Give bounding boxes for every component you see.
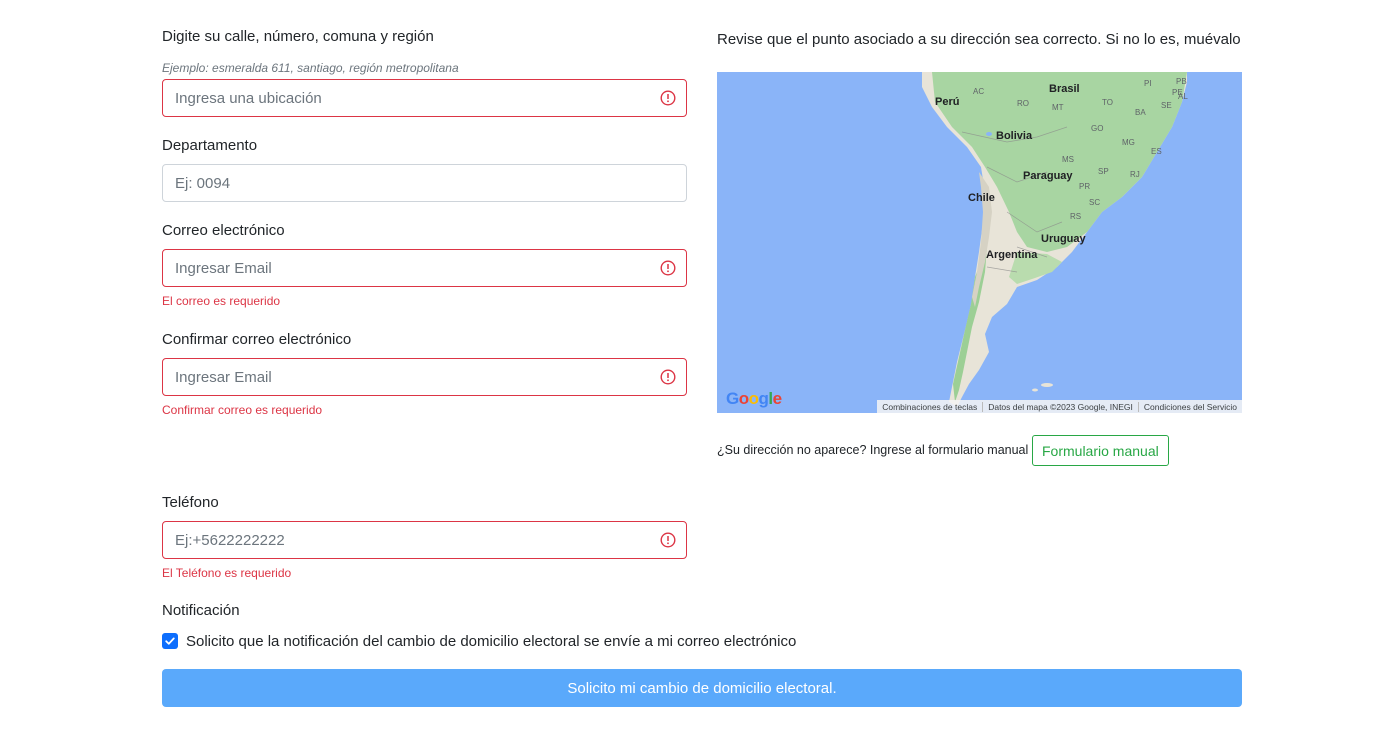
google-logo: Google (726, 389, 782, 408)
map-region-label: MS (1062, 155, 1074, 164)
manual-form-question: ¿Su dirección no aparece? Ingrese al for… (717, 443, 1029, 457)
map-region-label: RO (1017, 99, 1029, 108)
address-field[interactable] (162, 79, 687, 117)
map-region-label: RJ (1130, 170, 1140, 179)
phone-input[interactable] (163, 522, 667, 558)
submit-button[interactable]: Solicito mi cambio de domicilio electora… (162, 669, 1242, 707)
map-canvas (717, 72, 1242, 413)
error-icon (660, 532, 676, 548)
map-region-label: AL (1178, 92, 1188, 101)
map-label-chile: Chile (968, 192, 995, 204)
confirm-email-field[interactable] (162, 358, 687, 396)
manual-form-button[interactable]: Formulario manual (1032, 435, 1169, 466)
keyboard-shortcuts-link[interactable]: Combinaciones de teclas (877, 402, 982, 412)
map-region-label: AC (973, 87, 985, 96)
confirm-email-error: Confirmar correo es requerido (162, 403, 323, 417)
map-region-label: RS (1070, 212, 1082, 221)
phone-error: El Teléfono es requerido (162, 566, 292, 580)
map-region-label: TO (1102, 98, 1113, 107)
checkmark-icon (165, 637, 175, 645)
confirm-email-input[interactable] (163, 359, 667, 395)
email-field[interactable] (162, 249, 687, 287)
email-notification-label[interactable]: Solicito que la notificación del cambio … (186, 633, 796, 650)
email-error: El correo es requerido (162, 294, 281, 308)
map-region-label: SE (1161, 101, 1172, 110)
confirm-email-label: Confirmar correo electrónico (162, 331, 352, 348)
map-label-uruguay: Uruguay (1041, 233, 1086, 245)
map-label-argentina: Argentina (986, 249, 1038, 261)
phone-field[interactable] (162, 521, 687, 559)
map-region-label: ES (1151, 147, 1162, 156)
map-label-bolivia: Bolivia (996, 130, 1033, 142)
phone-label: Teléfono (162, 494, 219, 511)
apartment-label: Departamento (162, 137, 258, 154)
location-map[interactable]: Perú Brasil Bolivia Paraguay Chile Urugu… (717, 72, 1242, 413)
map-label-peru: Perú (935, 96, 960, 108)
map-attribution: Combinaciones de teclas Datos del mapa ©… (877, 400, 1242, 413)
error-icon (660, 90, 676, 106)
map-region-label: BA (1135, 108, 1146, 117)
apartment-input[interactable] (163, 165, 667, 201)
address-hint: Ejemplo: esmeralda 611, santiago, región… (162, 61, 459, 75)
email-label: Correo electrónico (162, 222, 285, 239)
email-notification-checkbox[interactable] (162, 633, 178, 649)
apartment-field[interactable] (162, 164, 687, 202)
address-input[interactable] (163, 80, 667, 116)
error-icon (660, 369, 676, 385)
map-region-label: PB (1176, 77, 1187, 86)
map-label-paraguay: Paraguay (1023, 170, 1073, 182)
map-region-label: GO (1091, 124, 1104, 133)
email-input[interactable] (163, 250, 667, 286)
map-data-credit: Datos del mapa ©2023 Google, INEGI (982, 401, 1138, 412)
map-instruction: Revise que el punto asociado a su direcc… (717, 31, 1241, 48)
map-region-label: SP (1098, 167, 1109, 176)
map-label-brasil: Brasil (1049, 83, 1080, 95)
address-label: Digite su calle, número, comuna y región (162, 28, 434, 45)
map-region-label: MT (1052, 103, 1064, 112)
map-region-label: SC (1089, 198, 1101, 207)
map-region-label: MG (1122, 138, 1135, 147)
notification-label: Notificación (162, 602, 240, 619)
map-region-label: PI (1144, 79, 1152, 88)
terms-of-service-link[interactable]: Condiciones del Servicio (1137, 401, 1242, 412)
map-region-label: PR (1079, 182, 1091, 191)
error-icon (660, 260, 676, 276)
